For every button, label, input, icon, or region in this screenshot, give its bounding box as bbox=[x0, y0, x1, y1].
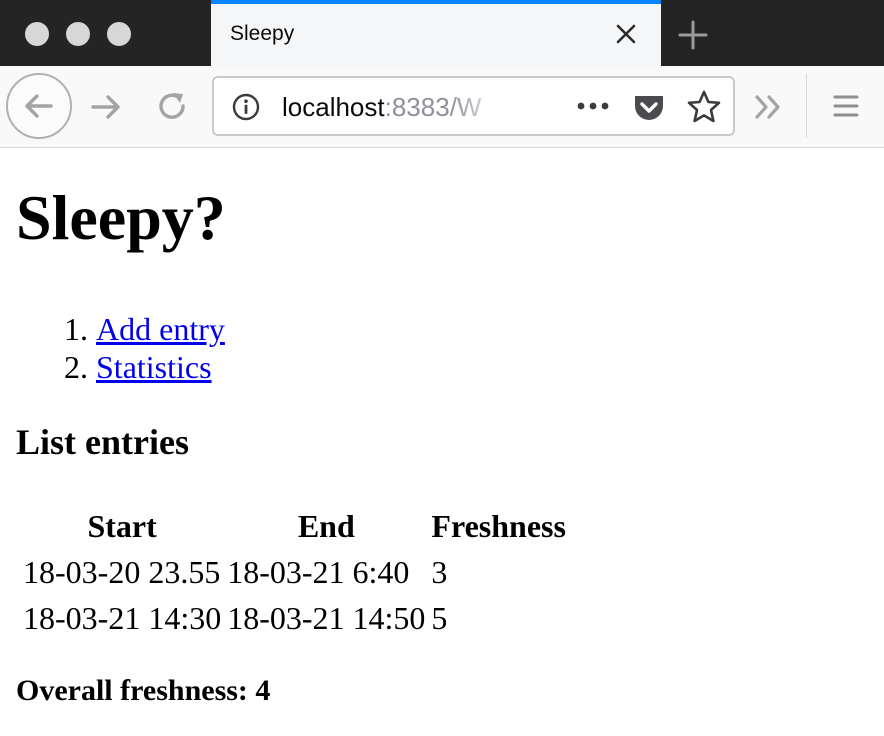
section-title: List entries bbox=[16, 422, 189, 462]
url-bar[interactable]: localhost:8383/W bbox=[212, 76, 735, 136]
toolbar-separator bbox=[806, 74, 807, 138]
back-button[interactable] bbox=[6, 73, 72, 139]
cell-end: 18-03-21 14:50 bbox=[227, 600, 426, 636]
url-text[interactable]: localhost:8383/W bbox=[282, 92, 507, 123]
nav-list-item: Add entry bbox=[96, 310, 225, 348]
table-row: 18-03-21 14:30 18-03-21 14:50 5 bbox=[22, 595, 567, 641]
close-icon[interactable] bbox=[613, 21, 639, 47]
tab-title: Sleepy bbox=[230, 22, 295, 45]
forward-arrow-icon[interactable] bbox=[88, 89, 124, 125]
overall-freshness: Overall freshness: 4 bbox=[16, 674, 271, 707]
column-header-start: Start bbox=[87, 508, 157, 544]
nav-list-item: Statistics bbox=[96, 348, 225, 386]
reload-icon[interactable] bbox=[154, 89, 190, 125]
info-icon[interactable] bbox=[231, 92, 261, 122]
page-actions-icon[interactable] bbox=[576, 99, 610, 113]
cell-start: 18-03-20 23.55 bbox=[23, 554, 221, 590]
menu-icon[interactable] bbox=[832, 93, 860, 119]
back-arrow-icon bbox=[25, 94, 53, 118]
nav-toolbar: localhost:8383/W bbox=[0, 66, 884, 148]
overflow-chevron-icon[interactable] bbox=[752, 91, 786, 123]
cell-end: 18-03-21 6:40 bbox=[227, 554, 410, 590]
window-minimize-dot[interactable] bbox=[66, 22, 90, 46]
cell-freshness: 3 bbox=[431, 554, 448, 590]
window-zoom-dot[interactable] bbox=[107, 22, 131, 46]
pocket-icon[interactable] bbox=[632, 91, 666, 125]
page-title: Sleepy? bbox=[16, 182, 226, 253]
add-entry-link[interactable]: Add entry bbox=[96, 311, 225, 347]
table-row: 18-03-20 23.55 18-03-21 6:40 3 bbox=[22, 549, 567, 595]
url-host: localhost bbox=[282, 92, 385, 122]
window-close-dot[interactable] bbox=[25, 22, 49, 46]
statistics-link[interactable]: Statistics bbox=[96, 349, 212, 385]
url-path: :8383/W bbox=[384, 92, 482, 122]
cell-freshness: 5 bbox=[431, 600, 448, 636]
column-header-freshness: Freshness bbox=[431, 508, 566, 544]
column-header-end: End bbox=[297, 508, 355, 544]
browser-tab[interactable]: Sleepy bbox=[211, 0, 661, 66]
table-header-row: Start End Freshness bbox=[22, 503, 567, 549]
nav-list: Add entry Statistics bbox=[16, 310, 225, 386]
star-icon[interactable] bbox=[686, 89, 722, 125]
title-bar: Sleepy bbox=[0, 0, 884, 66]
page-content: Sleepy? Add entry Statistics List entrie… bbox=[0, 148, 884, 736]
cell-start: 18-03-21 14:30 bbox=[23, 600, 222, 636]
entries-table: Start End Freshness 18-03-20 23.55 18-03… bbox=[18, 503, 571, 641]
plus-icon[interactable] bbox=[676, 18, 710, 52]
